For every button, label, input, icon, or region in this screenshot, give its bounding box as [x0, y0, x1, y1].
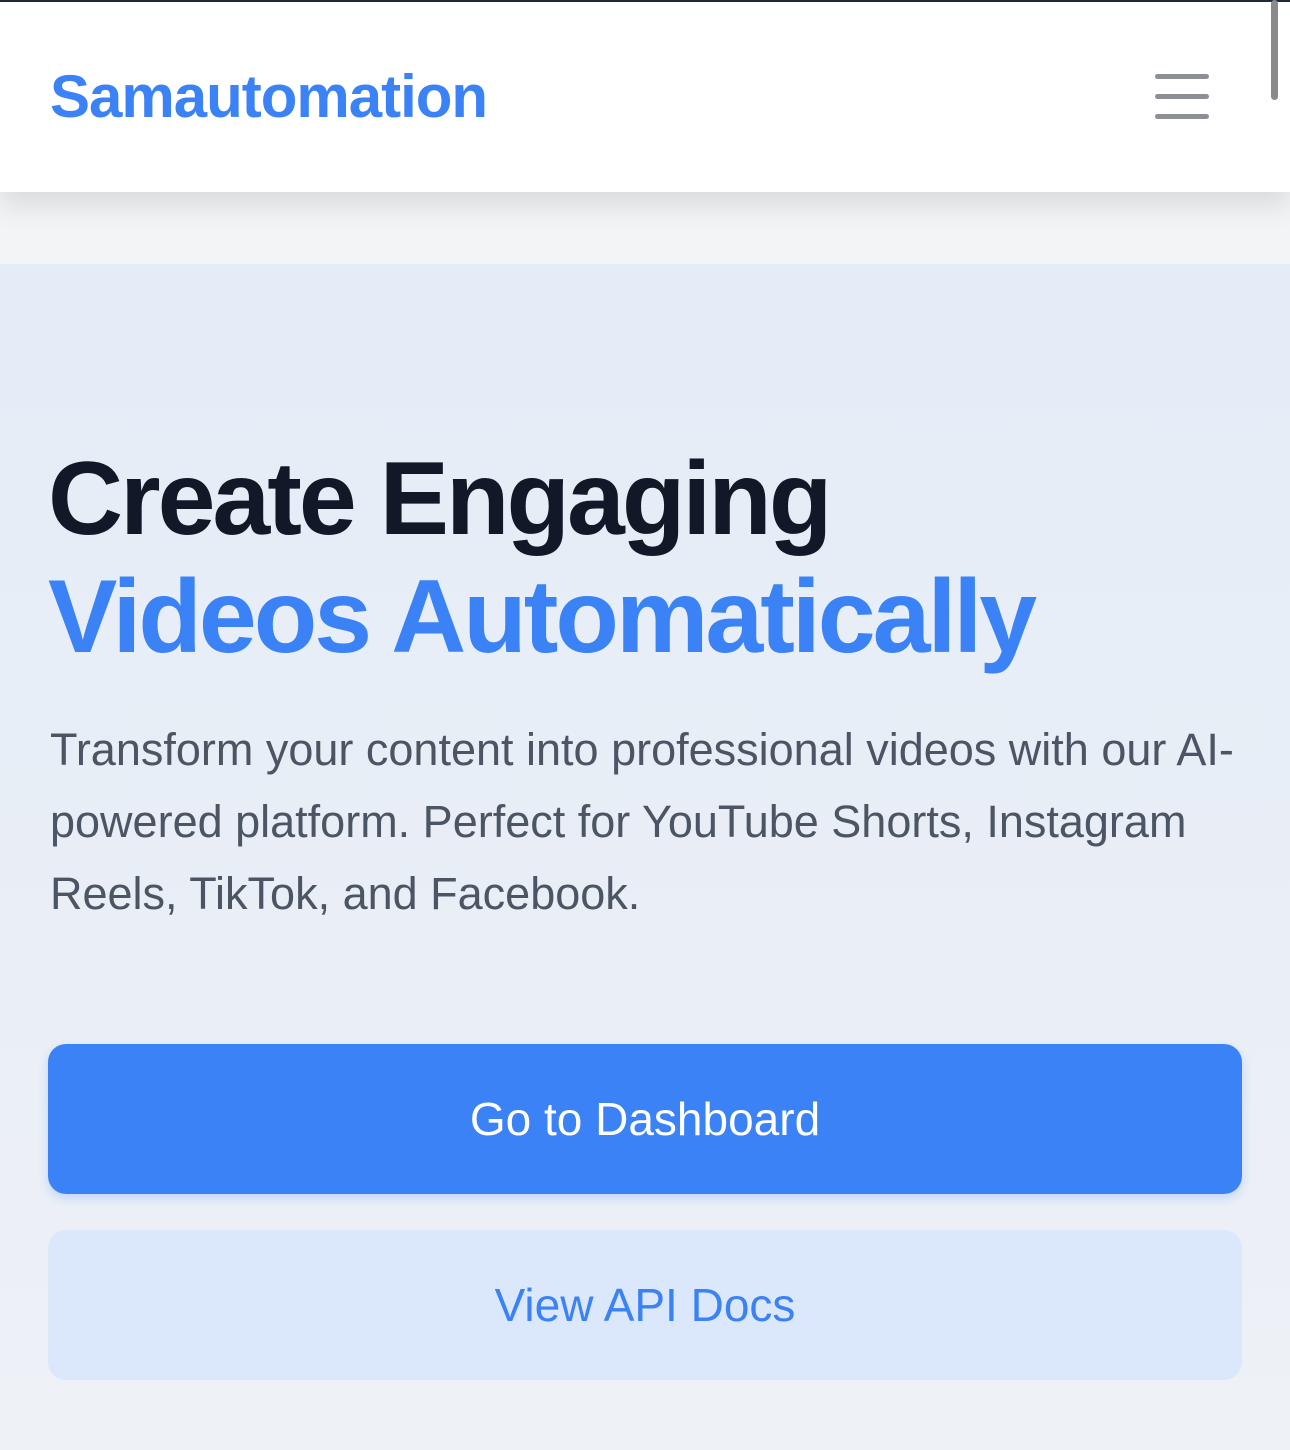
site-header: Samautomation — [0, 2, 1290, 192]
hero-section: Create Engaging Videos Automatically Tra… — [0, 264, 1290, 1450]
top-border — [0, 0, 1290, 2]
hero-title-line1: Create Engaging — [48, 441, 832, 557]
view-api-docs-button[interactable]: View API Docs — [48, 1230, 1242, 1380]
hero-title: Create Engaging Videos Automatically — [48, 440, 1248, 676]
menu-bar — [1155, 94, 1209, 99]
hero-title-line2: Videos Automatically — [48, 559, 1037, 675]
menu-bar — [1155, 74, 1209, 79]
header-spacer — [0, 192, 1290, 264]
scrollbar[interactable] — [1271, 0, 1278, 100]
brand-logo[interactable]: Samautomation — [50, 62, 488, 131]
go-to-dashboard-button[interactable]: Go to Dashboard — [48, 1044, 1242, 1194]
menu-bar — [1155, 114, 1209, 119]
hero-description: Transform your content into professional… — [50, 724, 1234, 919]
hamburger-menu-icon[interactable] — [1145, 68, 1219, 126]
